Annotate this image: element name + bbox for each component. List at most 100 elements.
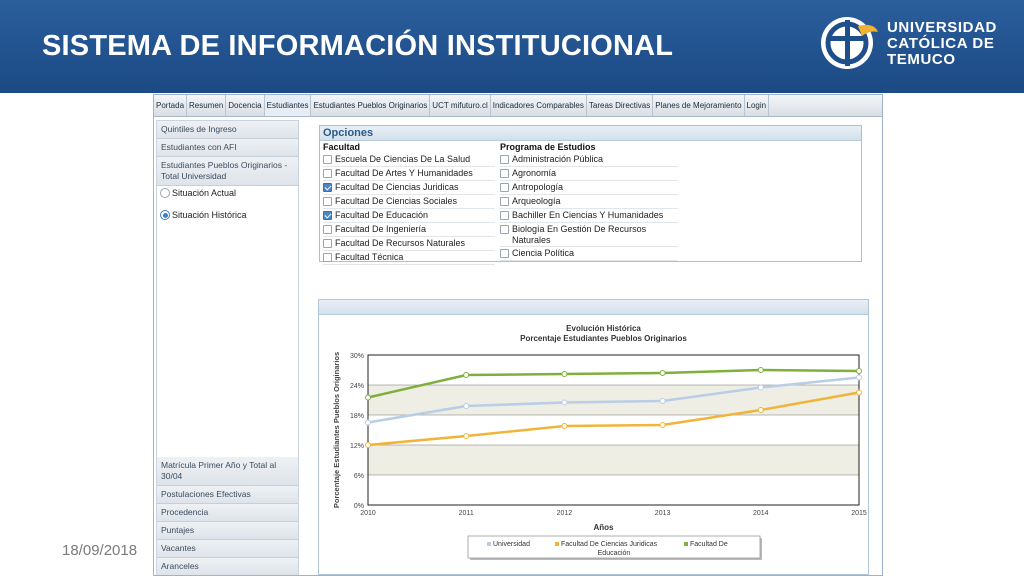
checkbox[interactable]: [500, 183, 509, 192]
nav-portada[interactable]: Portada: [154, 95, 188, 116]
programa-option-label: Biología En Gestión De Recursos Naturale…: [512, 224, 647, 245]
checkbox-checked[interactable]: [323, 211, 332, 220]
facultad-title: Facultad: [323, 142, 361, 152]
radio-label: Situación Histórica: [172, 210, 247, 220]
sidebar-item-vacantes[interactable]: Vacantes: [157, 540, 298, 558]
chart-title: Evolución Histórica: [566, 324, 641, 333]
programa-option-label: Agronomía: [512, 168, 557, 178]
nav-mifuturo[interactable]: UCT mifuturo.cl: [430, 95, 491, 116]
data-point: [856, 389, 862, 396]
programa-option-label: Arqueología: [512, 196, 561, 206]
checkbox[interactable]: [500, 169, 509, 178]
page-title: SISTEMA DE INFORMACIÓN INSTITUCIONAL: [42, 30, 674, 62]
sidebar-item-puntajes[interactable]: Puntajes: [157, 522, 298, 540]
nav-planes[interactable]: Planes de Mejoramiento: [653, 95, 745, 116]
programa-option[interactable]: Bachiller En Ciencias Y Humanidades: [500, 209, 678, 223]
checkbox[interactable]: [323, 239, 332, 248]
data-point: [757, 384, 764, 391]
programa-list[interactable]: Administración Pública Agronomía Antropolo…: [500, 153, 678, 262]
checkbox[interactable]: [323, 253, 332, 262]
nav-resumen[interactable]: Resumen: [187, 95, 227, 116]
data-point: [561, 399, 568, 406]
checkbox[interactable]: [500, 197, 509, 206]
facultad-option[interactable]: Facultad De Ingeniería: [323, 223, 495, 237]
sidebar-bottom-group: Matrícula Primer Año y Total al 30/04 Po…: [157, 457, 298, 575]
legend-label: Universidad: [493, 541, 530, 548]
nav-estudiantes[interactable]: Estudiantes: [264, 95, 312, 116]
sidebar-item-afi[interactable]: Estudiantes con AFI: [157, 139, 298, 157]
data-point: [757, 407, 764, 413]
chart-subtitle: Porcentaje Estudiantes Pueblos Originari…: [520, 334, 687, 343]
sidebar-item-procedencia[interactable]: Procedencia: [157, 504, 298, 522]
radio-situacion-actual[interactable]: Situación Actual: [157, 186, 298, 200]
app-window: Portada Resumen Docencia Estudiantes Est…: [153, 94, 883, 576]
checkbox[interactable]: [500, 211, 509, 220]
facultad-option[interactable]: Facultad De Ciencias Sociales: [323, 195, 495, 209]
logo-line: UNIVERSIDAD: [887, 19, 997, 36]
top-nav: Portada Resumen Docencia Estudiantes Est…: [154, 95, 882, 117]
radio-situacion-historica[interactable]: Situación Histórica: [157, 208, 298, 222]
programa-option[interactable]: Agronomía: [500, 167, 678, 181]
facultad-option-label: Facultad Técnica: [335, 252, 404, 262]
y-tick-label: 6%: [354, 473, 364, 480]
programa-option[interactable]: Ciencia Política: [500, 247, 678, 261]
nav-docencia[interactable]: Docencia: [226, 95, 265, 116]
programa-option-label: Ciencia Política: [512, 248, 575, 258]
programa-option-label: Administración Pública: [512, 154, 604, 164]
facultad-option[interactable]: Facultad De Artes Y Humanidades: [323, 167, 495, 181]
programa-option[interactable]: Biología En Gestión De Recursos Naturale…: [500, 223, 678, 247]
checkbox[interactable]: [323, 155, 332, 164]
checkbox[interactable]: [323, 225, 332, 234]
sidebar-item-quintiles[interactable]: Quintiles de Ingreso: [157, 121, 298, 139]
data-point: [659, 422, 666, 428]
programa-option[interactable]: Antropología: [500, 181, 678, 195]
programa-column: Programa de Estudios Administración Públ…: [500, 142, 678, 262]
programa-option-label: Antropología: [512, 182, 564, 192]
sidebar: Quintiles de Ingreso Estudiantes con AFI…: [156, 120, 299, 575]
chart-band: [368, 445, 859, 475]
logo-line: CATÓLICA DE: [887, 35, 995, 52]
programa-option[interactable]: Arqueología: [500, 195, 678, 209]
x-tick-label: 2014: [753, 510, 769, 517]
radio-button-selected[interactable]: [160, 210, 170, 220]
sidebar-item-aranceles[interactable]: Aranceles: [157, 558, 298, 575]
facultad-option[interactable]: Facultad Técnica: [323, 251, 495, 265]
sidebar-item-postulaciones[interactable]: Postulaciones Efectivas: [157, 486, 298, 504]
facultad-option[interactable]: Facultad De Ciencias Juridicas: [323, 181, 495, 195]
university-name: UNIVERSIDAD CATÓLICA DE TEMUCO: [887, 20, 997, 68]
y-tick-label: 24%: [350, 383, 364, 390]
x-tick-label: 2013: [655, 510, 671, 517]
nav-tareas[interactable]: Tareas Directivas: [587, 95, 654, 116]
data-point: [856, 374, 862, 381]
chart-band: [368, 475, 859, 505]
nav-indicadores[interactable]: Indicadores Comparables: [491, 95, 587, 116]
facultad-option[interactable]: Escuela De Ciencias De La Salud: [323, 153, 495, 167]
facultad-option-label: Facultad De Artes Y Humanidades: [335, 168, 473, 178]
legend-label-wrap: Educación: [598, 550, 631, 557]
nav-pueblos-originarios[interactable]: Estudiantes Pueblos Originarios: [311, 95, 431, 116]
checkbox[interactable]: [323, 169, 332, 178]
x-tick-label: 2011: [459, 510, 474, 517]
legend-label: Facultad De: [690, 541, 728, 548]
data-point: [463, 372, 470, 378]
nav-login[interactable]: Login: [745, 95, 770, 116]
radio-button[interactable]: [160, 188, 170, 198]
checkbox[interactable]: [500, 155, 509, 164]
x-tick-label: 2010: [360, 510, 376, 517]
university-logo-icon: [821, 17, 878, 69]
facultad-option-label: Escuela De Ciencias De La Salud: [335, 154, 471, 164]
sidebar-item-pueblos-originarios[interactable]: Estudiantes Pueblos Originarios - Total …: [157, 157, 298, 186]
checkbox[interactable]: [500, 225, 509, 234]
data-point: [659, 398, 666, 404]
checkbox[interactable]: [323, 197, 332, 206]
data-point: [659, 370, 666, 376]
sidebar-item-matricula[interactable]: Matrícula Primer Año y Total al 30/04: [157, 457, 298, 486]
facultad-option-label: Facultad De Recursos Naturales: [335, 238, 466, 248]
checkbox-checked[interactable]: [323, 183, 332, 192]
checkbox[interactable]: [500, 249, 509, 258]
programa-option[interactable]: Administración Pública: [500, 153, 678, 167]
options-panel: Opciones Facultad Escuela De Ciencias De…: [319, 125, 862, 265]
facultad-option[interactable]: Facultad De Recursos Naturales: [323, 237, 495, 251]
data-point: [365, 419, 371, 426]
facultad-option[interactable]: Facultad De Educación: [323, 209, 495, 223]
